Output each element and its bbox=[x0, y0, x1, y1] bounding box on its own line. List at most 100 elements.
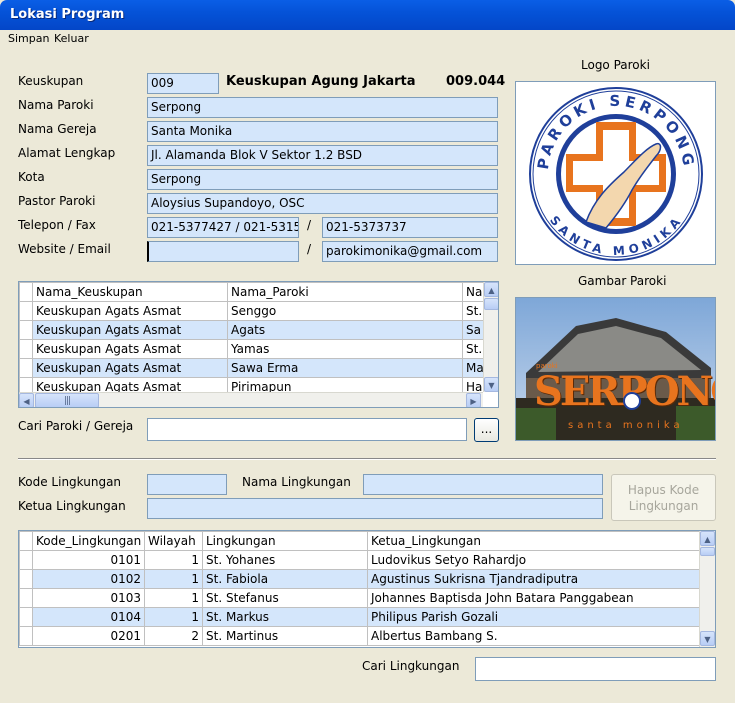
cari-lingkungan-input[interactable] bbox=[475, 657, 716, 681]
nama-paroki-label: Nama Paroki bbox=[18, 98, 94, 112]
scroll-thumb[interactable] bbox=[484, 298, 498, 310]
title-bar: Lokasi Program bbox=[0, 0, 735, 30]
table-cell: St. Markus bbox=[202, 607, 368, 627]
table-row[interactable]: 0102 1 St. Fabiola Agustinus Sukrisna Tj… bbox=[19, 569, 699, 589]
nama-gereja-field[interactable]: Santa Monika bbox=[147, 121, 498, 142]
table-cell: Keuskupan Agats Asmat bbox=[32, 301, 228, 321]
lingkungan-grid[interactable]: Kode_Lingkungan Wilayah Lingkungan Ketua… bbox=[18, 530, 716, 648]
section-divider bbox=[18, 458, 716, 460]
cari-lingkungan-label: Cari Lingkungan bbox=[362, 659, 460, 673]
table-cell: Ludovikus Setyo Rahardjo bbox=[367, 550, 699, 570]
website-email-separator: / bbox=[307, 242, 312, 256]
photo-overlay-subtitle: santa monika bbox=[568, 420, 684, 431]
menu-simpan[interactable]: Simpan bbox=[8, 32, 49, 45]
column-header[interactable]: Nama_Keuskupan bbox=[32, 282, 228, 302]
paroki-grid-header: Nama_Keuskupan Nama_Paroki Na bbox=[19, 282, 483, 302]
table-cell: 2 bbox=[144, 626, 203, 646]
telepon-fax-separator: / bbox=[307, 218, 312, 232]
column-header[interactable]: Lingkungan bbox=[202, 531, 368, 551]
scroll-down-icon[interactable]: ▼ bbox=[700, 631, 715, 646]
table-cell: Ha bbox=[462, 377, 483, 392]
scroll-thumb[interactable] bbox=[700, 547, 715, 556]
table-cell: Agustinus Sukrisna Tjandradiputra bbox=[367, 569, 699, 589]
paroki-hscroll[interactable]: ◀ ||| ▶ bbox=[19, 392, 483, 407]
column-header[interactable]: Na bbox=[462, 282, 483, 302]
table-row[interactable]: Keuskupan Agats Asmat Yamas St. bbox=[19, 339, 483, 359]
table-cell: Keuskupan Agats Asmat bbox=[32, 339, 228, 359]
cari-paroki-label: Cari Paroki / Gereja bbox=[18, 419, 134, 433]
scroll-up-icon[interactable]: ▲ bbox=[700, 531, 715, 546]
scroll-down-icon[interactable]: ▼ bbox=[484, 377, 498, 392]
lingkungan-vscroll[interactable]: ▲ ▼ bbox=[699, 531, 715, 647]
column-header[interactable]: Ketua_Lingkungan bbox=[367, 531, 699, 551]
table-cell: Ma bbox=[462, 358, 483, 378]
table-cell: Philipus Parish Gozali bbox=[367, 607, 699, 627]
lingkungan-grid-header: Kode_Lingkungan Wilayah Lingkungan Ketua… bbox=[19, 531, 699, 551]
table-cell: St. bbox=[462, 339, 483, 359]
table-cell: 0104 bbox=[32, 607, 145, 627]
website-field[interactable] bbox=[147, 241, 299, 262]
table-cell: 0101 bbox=[32, 550, 145, 570]
hapus-kode-button[interactable]: Hapus Kode Lingkungan bbox=[611, 474, 716, 521]
column-header[interactable]: Wilayah bbox=[144, 531, 203, 551]
table-row[interactable]: Keuskupan Agats Asmat Agats Sa bbox=[19, 320, 483, 340]
table-row[interactable]: 0103 1 St. Stefanus Johannes Baptisda Jo… bbox=[19, 588, 699, 608]
keuskupan-label: Keuskupan bbox=[18, 74, 84, 88]
telepon-label: Telepon / Fax bbox=[18, 218, 96, 232]
scroll-right-icon[interactable]: ▶ bbox=[466, 393, 481, 407]
kota-field[interactable]: Serpong bbox=[147, 169, 498, 190]
table-cell: St. Stefanus bbox=[202, 588, 368, 608]
pastor-label: Pastor Paroki bbox=[18, 194, 96, 208]
fax-field[interactable]: 021-5373737 bbox=[322, 217, 498, 238]
table-row[interactable]: 0201 2 St. Martinus Albertus Bambang S. bbox=[19, 626, 699, 646]
table-cell: St. Yohanes bbox=[202, 550, 368, 570]
email-field[interactable]: parokimonika@gmail.com bbox=[322, 241, 498, 262]
gambar-title: Gambar Paroki bbox=[578, 274, 667, 288]
table-cell: Johannes Baptisda John Batara Panggabean bbox=[367, 588, 699, 608]
ketua-lingkungan-field[interactable] bbox=[147, 498, 603, 519]
scroll-left-icon[interactable]: ◀ bbox=[19, 393, 34, 407]
hscroll-thumb[interactable]: ||| bbox=[35, 393, 99, 407]
table-cell: Keuskupan Agats Asmat bbox=[32, 358, 228, 378]
logo-image: PAROKI SERPONG SANTA MONIKA bbox=[515, 81, 716, 265]
table-row[interactable]: 0104 1 St. Markus Philipus Parish Gozali bbox=[19, 607, 699, 627]
telepon-field[interactable]: 021-5377427 / 021-5315 bbox=[147, 217, 299, 238]
browse-button[interactable]: ... bbox=[474, 418, 499, 442]
table-cell: Keuskupan Agats Asmat bbox=[32, 320, 228, 340]
keuskupan-code-field[interactable]: 009 bbox=[147, 73, 219, 94]
pastor-field[interactable]: Aloysius Supandoyo, OSC bbox=[147, 193, 498, 214]
table-cell: St. Martinus bbox=[202, 626, 368, 646]
alamat-field[interactable]: Jl. Alamanda Blok V Sektor 1.2 BSD bbox=[147, 145, 498, 166]
table-cell: 0103 bbox=[32, 588, 145, 608]
paroki-vscroll[interactable]: ▲ ▼ bbox=[483, 282, 498, 392]
ketua-lingkungan-label: Ketua Lingkungan bbox=[18, 499, 126, 513]
kode-lingkungan-label: Kode Lingkungan bbox=[18, 475, 122, 489]
paroki-grid[interactable]: Nama_Keuskupan Nama_Paroki Na Keuskupan … bbox=[18, 281, 499, 408]
table-cell: 0102 bbox=[32, 569, 145, 589]
nama-paroki-field[interactable]: Serpong bbox=[147, 97, 498, 118]
photo-overlay-title: SERPONG bbox=[534, 368, 715, 415]
kode-lingkungan-field[interactable] bbox=[147, 474, 227, 495]
column-header[interactable]: Nama_Paroki bbox=[227, 282, 463, 302]
cari-paroki-input[interactable] bbox=[147, 418, 467, 441]
table-cell: Senggo bbox=[227, 301, 463, 321]
table-cell: St. Fabiola bbox=[202, 569, 368, 589]
alamat-label: Alamat Lengkap bbox=[18, 146, 116, 160]
table-row[interactable]: Keuskupan Agats Asmat Sawa Erma Ma bbox=[19, 358, 483, 378]
nama-gereja-label: Nama Gereja bbox=[18, 122, 97, 136]
column-header[interactable]: Kode_Lingkungan bbox=[32, 531, 145, 551]
table-cell: Yamas bbox=[227, 339, 463, 359]
table-row[interactable]: Keuskupan Agats Asmat Senggo St. bbox=[19, 301, 483, 321]
table-cell: Albertus Bambang S. bbox=[367, 626, 699, 646]
scroll-up-icon[interactable]: ▲ bbox=[484, 282, 498, 297]
nama-lingkungan-field[interactable] bbox=[363, 474, 603, 495]
table-row[interactable]: 0101 1 St. Yohanes Ludovikus Setyo Rahar… bbox=[19, 550, 699, 570]
table-cell: 1 bbox=[144, 550, 203, 570]
table-cell: Sawa Erma bbox=[227, 358, 463, 378]
table-cell: Keuskupan Agats Asmat bbox=[32, 377, 228, 392]
photo-logo-badge-icon bbox=[623, 392, 641, 410]
table-cell: Agats bbox=[227, 320, 463, 340]
menu-keluar[interactable]: Keluar bbox=[54, 32, 89, 45]
church-photo: paroki SERPONG santa monika bbox=[515, 297, 716, 441]
table-row[interactable]: Keuskupan Agats Asmat Pirimapun Ha bbox=[19, 377, 483, 392]
